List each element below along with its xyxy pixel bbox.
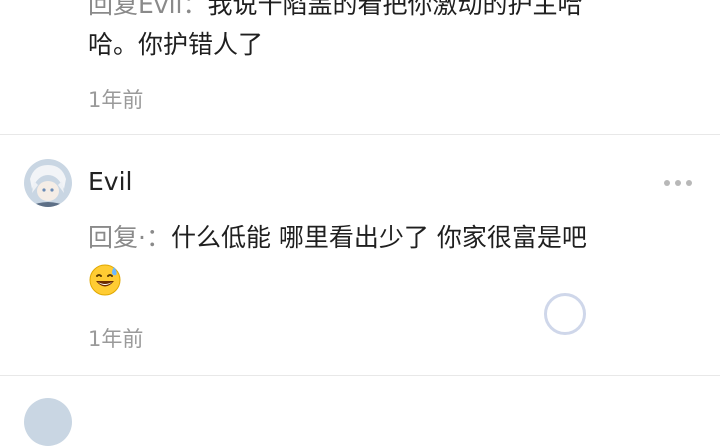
reply-prefix: 回复Evil： (88, 0, 208, 19)
more-options-icon[interactable] (664, 178, 700, 188)
comment-item: Evil 回复·：什么低能 哪里看出少了 你家很富是吧 1年前 (0, 135, 720, 375)
reply-prefix: 回复·： (88, 223, 171, 252)
comment-time: 1年前 (88, 88, 144, 112)
username[interactable]: Evil (88, 167, 132, 196)
sweat-smile-emoji-icon (89, 264, 121, 296)
avatar-image (24, 159, 72, 207)
comment-body-line2: 哈。你护错人了 (88, 30, 264, 59)
comment-body: 什么低能 哪里看出少了 你家很富是吧 (170, 223, 587, 252)
comment-time: 1年前 (88, 327, 144, 351)
comment-text[interactable]: 回复·：什么低能 哪里看出少了 你家很富是吧 (88, 219, 708, 257)
comment-divider (0, 375, 720, 376)
loading-spinner (544, 293, 586, 335)
avatar[interactable] (24, 398, 72, 446)
comment-text[interactable]: 回复Evil：我说十陷盖的看把你激动的护主哈 (88, 0, 688, 24)
comment-item: 回复Evil：我说十陷盖的看把你激动的护主哈 哈。你护错人了 1年前 (0, 0, 720, 130)
avatar[interactable] (24, 159, 72, 207)
comment-body-line1: 我说十陷盖的看把你激动的护主哈 (207, 0, 583, 19)
